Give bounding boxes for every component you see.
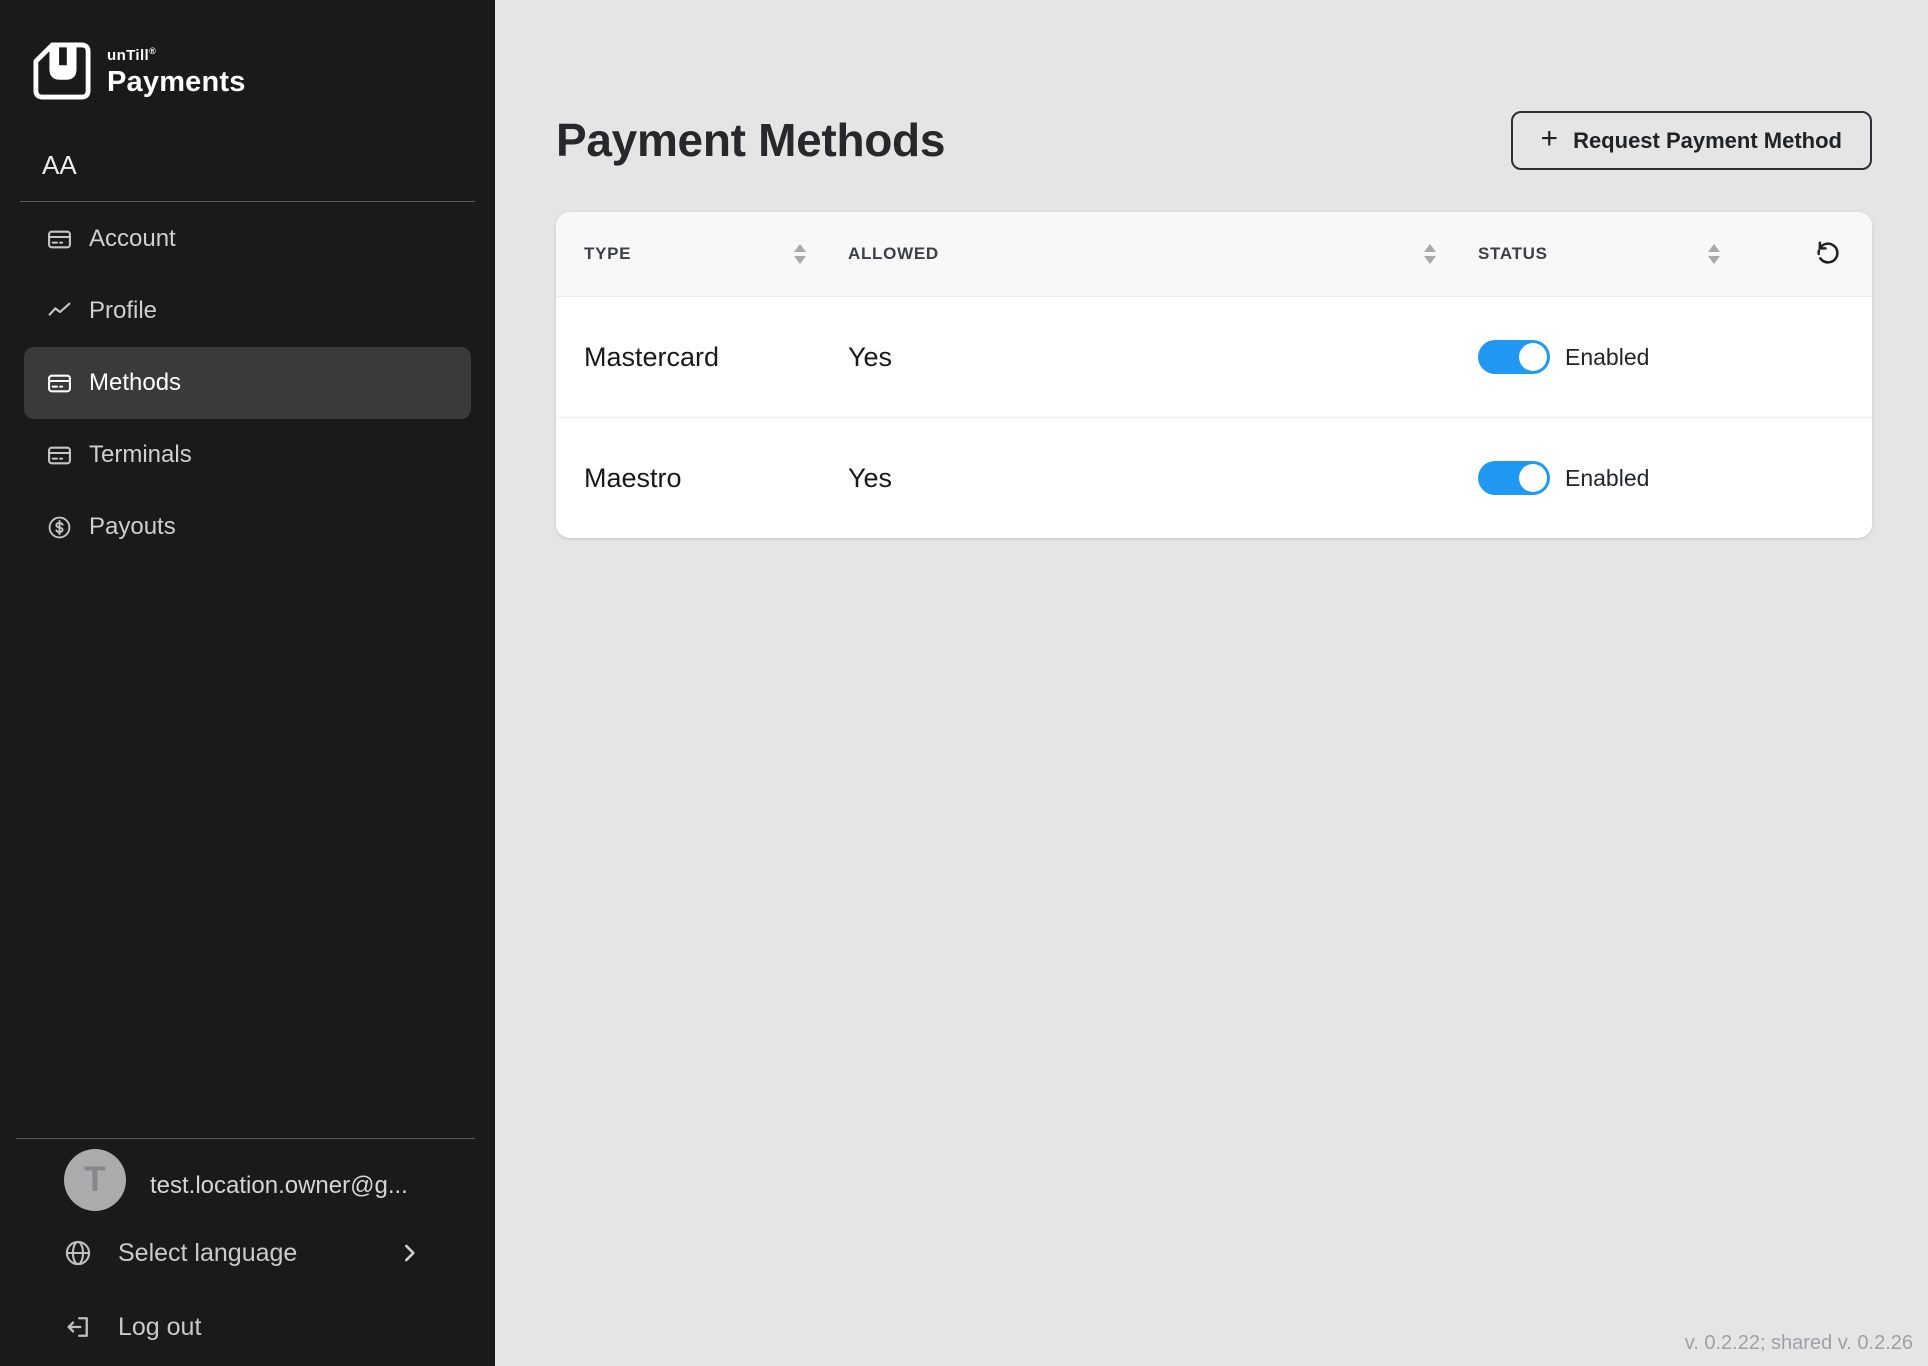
sidebar: unTill® Payments AA Account Profile Meth… [0,0,495,1366]
logout-icon [64,1313,92,1341]
sort-icon[interactable] [1708,244,1720,264]
toggle-knob [1519,343,1547,371]
dollar-circle-icon [47,515,72,540]
payment-methods-table: TYPE ALLOWED STATUS Master [556,212,1872,538]
sidebar-item-label: Payouts [89,513,176,541]
type-cell: Mastercard [584,342,848,373]
activity-icon [47,299,72,324]
logo-text: unTill® Payments [107,42,246,97]
page-title: Payment Methods [556,113,945,167]
table-header-row: TYPE ALLOWED STATUS [556,212,1872,296]
sidebar-nav: Account Profile Methods Terminals [0,203,495,563]
logout-label: Log out [118,1313,201,1342]
avatar: T [64,1149,126,1211]
table-row: Maestro Yes Enabled [556,417,1872,538]
user-email[interactable]: test.location.owner@g... [150,1172,408,1200]
untill-logo-icon [33,42,91,100]
sidebar-item-label: Terminals [89,441,192,469]
sidebar-item-profile[interactable]: Profile [0,275,495,347]
allowed-cell: Yes [848,463,1478,494]
request-payment-method-button[interactable]: + Request Payment Method [1511,111,1872,170]
table-row: Mastercard Yes Enabled [556,296,1872,417]
refresh-icon [1813,238,1843,268]
credit-card-icon [47,227,72,252]
select-language-item[interactable]: Select language [64,1230,297,1276]
sidebar-item-payouts[interactable]: Payouts [0,491,495,563]
sidebar-item-terminals[interactable]: Terminals [0,419,495,491]
allowed-cell: Yes [848,342,1478,373]
sort-icon[interactable] [794,244,806,264]
column-header-status[interactable]: STATUS [1478,238,1844,270]
chevron-right-icon [396,1240,422,1271]
column-label: TYPE [584,244,631,264]
sort-icon[interactable] [1424,244,1436,264]
refresh-button[interactable] [1812,238,1844,270]
app-logo[interactable]: unTill® Payments [33,42,246,100]
logout-item[interactable]: Log out [64,1304,201,1350]
org-label: AA [42,150,77,181]
status-toggle[interactable] [1478,461,1550,495]
column-label: STATUS [1478,244,1548,264]
sidebar-item-account[interactable]: Account [0,203,495,275]
column-header-allowed[interactable]: ALLOWED [848,244,1478,264]
credit-card-icon [47,371,72,396]
type-cell: Maestro [584,463,848,494]
status-cell: Enabled [1478,340,1844,374]
request-button-label: Request Payment Method [1573,128,1842,154]
status-toggle[interactable] [1478,340,1550,374]
logo-product: Payments [107,68,246,97]
sidebar-item-label: Account [89,225,176,253]
status-label: Enabled [1565,465,1649,492]
column-label: ALLOWED [848,244,939,264]
version-text: v. 0.2.22; shared v. 0.2.26 [1685,1332,1913,1355]
select-language-label: Select language [118,1239,297,1268]
globe-icon [64,1239,92,1267]
logo-brand: unTill [107,47,149,64]
column-header-type[interactable]: TYPE [584,244,848,264]
toggle-knob [1519,464,1547,492]
sidebar-item-methods[interactable]: Methods [24,347,471,419]
sidebar-item-label: Profile [89,297,157,325]
credit-card-icon [47,443,72,468]
main-content: Payment Methods + Request Payment Method… [495,0,1928,1366]
sidebar-divider [16,1138,475,1139]
sidebar-divider [20,201,475,202]
sidebar-item-label: Methods [89,369,181,397]
status-cell: Enabled [1478,461,1844,495]
registered-mark: ® [149,46,156,56]
status-label: Enabled [1565,344,1649,371]
plus-icon: + [1541,124,1559,154]
